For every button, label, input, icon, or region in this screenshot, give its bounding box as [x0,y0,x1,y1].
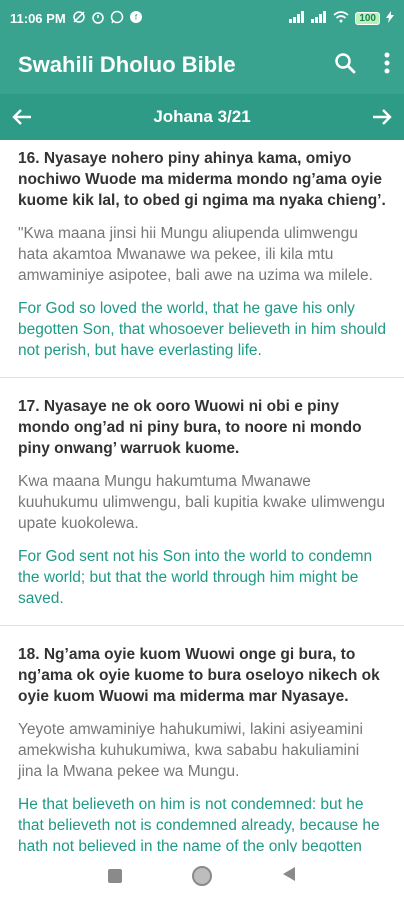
back-triangle-icon [283,866,295,881]
back-button[interactable] [282,866,296,887]
search-icon[interactable] [334,52,356,79]
status-system-icons: 100 [289,10,394,26]
app-title: Swahili Dholuo Bible [18,52,236,77]
verse-luo-text: 18. Ng’ama oyie kuom Wuowi onge gi bura,… [18,646,380,705]
verse-luo-text: 17. Nyasaye ne ok ooro Wuowi ni obi e pi… [18,398,362,457]
verse-item[interactable]: 18. Ng’ama oyie kuom Wuowi onge gi bura,… [0,626,404,852]
signal-icon [289,10,305,26]
signal-icon-2 [311,10,327,26]
status-bar: 11:06 PM f 100 [0,0,404,36]
previous-chapter-button[interactable] [8,103,36,131]
verse-english-text: For God so loved the world, that he gave… [18,300,386,359]
chapter-title: Johana 3/21 [153,107,251,126]
verse-item[interactable]: 16. Nyasaye nohero piny ahinya kama, omi… [0,140,404,378]
system-navigation-bar [0,852,404,900]
verse-swahili-text: Kwa maana Mungu hakumtuma Mwanawe kuuhuk… [18,473,386,532]
verse-english-text: He that believeth on him is not condemne… [18,796,380,852]
next-chapter-button[interactable] [368,103,396,131]
verse-swahili-text: "Kwa maana jinsi hii Mungu aliupenda uli… [18,225,373,284]
whatsapp-icon [110,10,124,27]
sync-off-icon [72,10,86,27]
verse-luo-text: 16. Nyasaye nohero piny ahinya kama, omi… [18,150,386,209]
app-bar: Swahili Dholuo Bible [0,36,404,94]
wifi-icon [333,10,349,26]
status-notification-icons: f [72,10,143,27]
home-button[interactable] [192,866,212,886]
charging-icon [386,10,394,26]
battery-icon: 100 [355,11,380,25]
recents-button[interactable] [108,869,122,883]
verse-swahili-text: Yeyote amwaminiye hahukumiwi, lakini asi… [18,721,363,780]
arrow-left-icon [12,109,31,125]
app-notification-icon: f [129,10,143,27]
verse-english-text: For God sent not his Son into the world … [18,548,373,607]
arrow-right-icon [373,109,392,125]
chapter-nav-bar: Johana 3/21 [0,94,404,140]
more-vert-icon[interactable] [384,52,390,79]
status-time: 11:06 PM [10,10,66,26]
verse-item[interactable]: 17. Nyasaye ne ok ooro Wuowi ni obi e pi… [0,378,404,626]
alarm-icon [91,10,105,27]
verse-list[interactable]: 16. Nyasaye nohero piny ahinya kama, omi… [0,140,404,852]
